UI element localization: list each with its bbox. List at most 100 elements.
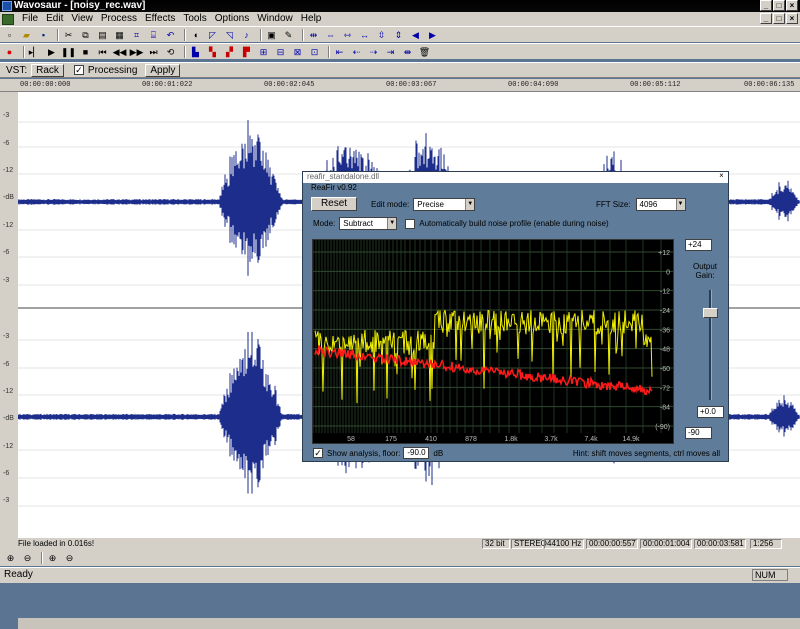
paste-icon[interactable]: ▤ (96, 29, 109, 41)
open-folder-icon[interactable]: ▰ (20, 29, 33, 41)
go-start-icon[interactable]: ⏮ (96, 46, 109, 58)
marker-add-icon[interactable]: ▚ (206, 46, 219, 58)
marker-del-icon[interactable]: ▞ (223, 46, 236, 58)
zoom-out-h-icon[interactable]: ⇔ (324, 29, 337, 41)
apply-button[interactable]: Apply (145, 63, 181, 77)
zoom-fit-icon[interactable]: ⊖ (63, 552, 76, 564)
minimize-button[interactable]: _ (760, 0, 772, 11)
menu-options[interactable]: Options (211, 12, 253, 26)
y-tick-label: +12 (658, 250, 670, 257)
marker-prev-icon[interactable]: ▛ (240, 46, 253, 58)
record-icon[interactable]: ● (3, 46, 16, 58)
gain-slider-handle[interactable] (703, 308, 718, 318)
stop-icon[interactable]: ■ (79, 46, 92, 58)
mode-select[interactable]: Subtract ▼ (339, 217, 398, 230)
fade-out-icon[interactable]: ◹ (223, 29, 236, 41)
fade-in-icon[interactable]: ◸ (206, 29, 219, 41)
rewind-icon[interactable]: ◀◀ (113, 46, 127, 58)
mdi-close-button[interactable]: × (786, 13, 798, 24)
trim-icon[interactable]: ⌸ (147, 29, 160, 41)
gain-top-input[interactable]: +24 (685, 239, 712, 251)
zoom-full-icon[interactable]: ⊕ (46, 552, 59, 564)
split-icon[interactable]: ⊟ (274, 46, 287, 58)
zoom-in-h-icon[interactable]: ⇹ (307, 29, 320, 41)
ruler-label: 00:00:00:000 (20, 81, 71, 89)
save-icon[interactable]: ▪ (37, 29, 50, 41)
auto-build-checkbox[interactable] (405, 218, 416, 229)
mdi-restore-button[interactable]: □ (773, 13, 785, 24)
loop-region-icon[interactable]: ⊡ (308, 46, 321, 58)
fft-size-select[interactable]: 4096 ▼ (635, 198, 686, 211)
trash-icon[interactable]: 🗑 (418, 46, 431, 58)
processing-checkbox[interactable]: ✓ (73, 65, 84, 75)
close-icon[interactable]: × (717, 172, 726, 181)
zoom-out-icon[interactable]: ⊖ (21, 552, 34, 564)
bit-depth: 32 bit (482, 539, 510, 549)
forward-icon[interactable]: ▶▶ (130, 46, 144, 58)
ruler-label: 00:00:03:067 (386, 81, 437, 89)
play-icon[interactable]: ▶ (45, 46, 58, 58)
reset-button[interactable]: Reset (311, 197, 357, 211)
gain-bottom-input[interactable]: -90 (685, 427, 712, 439)
zoom-in-v-icon[interactable]: ⇳ (375, 29, 388, 41)
speaker-icon[interactable]: ◖ (189, 29, 202, 41)
mdi-minimize-button[interactable]: _ (760, 13, 772, 24)
menu-view[interactable]: View (67, 12, 97, 26)
zoom-in-icon[interactable]: ⊕ (4, 552, 17, 564)
snap-icon[interactable]: ⊞ (257, 46, 270, 58)
maximize-button[interactable]: □ (773, 0, 785, 11)
print-icon[interactable]: ▣ (265, 29, 278, 41)
show-analysis-checkbox[interactable]: ✓ (313, 448, 323, 458)
scroll-right-icon[interactable]: ▶ (426, 29, 439, 41)
edit-mode-select[interactable]: Precise ▼ (413, 198, 476, 211)
floor-input[interactable]: -90.0 (403, 447, 430, 459)
sel-start-icon[interactable]: ⇤ (333, 46, 346, 58)
rack-button[interactable]: Rack (31, 63, 64, 77)
menu-edit[interactable]: Edit (42, 12, 67, 26)
x-tick-label: 3.7k (544, 436, 558, 443)
db-label: -6 (3, 361, 10, 368)
menu-effects[interactable]: Effects (141, 12, 179, 26)
zoom-all-icon[interactable]: ↔ (358, 29, 371, 41)
menu-process[interactable]: Process (97, 12, 141, 26)
play-from-start-icon[interactable]: ▸▏ (28, 46, 41, 58)
normalize-icon[interactable]: ♪ (240, 29, 253, 41)
cut-icon[interactable]: ✂ (62, 29, 75, 41)
chevron-down-icon: ▼ (465, 199, 475, 210)
scroll-left-icon[interactable]: ◀ (409, 29, 422, 41)
gain-value-input[interactable]: +0.0 (697, 406, 724, 418)
document-icon[interactable] (2, 13, 14, 25)
region-icon[interactable]: ⊠ (291, 46, 304, 58)
menu-window[interactable]: Window (253, 12, 297, 26)
sel-end: 00:00:03:581 (694, 539, 746, 549)
sel-all-icon[interactable]: ⇼ (401, 46, 414, 58)
loop-icon[interactable]: ⟲ (164, 46, 177, 58)
mix-paste-icon[interactable]: ▦ (113, 29, 126, 41)
new-file-icon[interactable]: ▫ (3, 29, 16, 41)
gain-slider-track[interactable] (709, 290, 712, 400)
menu-tools[interactable]: Tools (179, 12, 210, 26)
zoom-out-v-icon[interactable]: ⇕ (392, 29, 405, 41)
cursor-pos: 00:00:00:557 (586, 539, 638, 549)
frequency-graph[interactable]: +12 0 -12 -24 -36 -48 -60 -72 -84 (-90) 58 175 410 87… (312, 239, 674, 444)
undo-icon[interactable]: ↶ (164, 29, 177, 41)
horizontal-scrollbar[interactable] (18, 618, 800, 629)
reafir-title-bar[interactable]: reafir_standalone.dll × (303, 172, 728, 183)
zoom-sel-icon[interactable]: ⇿ (341, 29, 354, 41)
time-ruler[interactable]: 00:00:00:000 00:00:01:022 00:00:02:045 0… (0, 79, 800, 92)
hint-text: Hint: shift moves segments, ctrl moves a… (572, 449, 720, 458)
pause-icon[interactable]: ❚❚ (61, 46, 76, 58)
menu-help[interactable]: Help (297, 12, 326, 26)
menu-file[interactable]: File (18, 12, 42, 26)
title-bar: Wavosaur - [noisy_rec.wav] _ □ × (0, 0, 800, 12)
menu-bar: File Edit View Process Effects Tools Opt… (0, 12, 800, 26)
sel-left-icon[interactable]: ⇠ (350, 46, 363, 58)
close-button[interactable]: × (786, 0, 798, 11)
draw-icon[interactable]: ✎ (282, 29, 295, 41)
go-end-icon[interactable]: ⏭ (147, 46, 160, 58)
sel-right-icon[interactable]: ⇢ (367, 46, 380, 58)
copy-icon[interactable]: ⧉ (79, 29, 92, 41)
sel-end-icon[interactable]: ⇥ (384, 46, 397, 58)
marker-icon[interactable]: ▙ (189, 46, 202, 58)
crop-icon[interactable]: ⌗ (130, 29, 143, 41)
